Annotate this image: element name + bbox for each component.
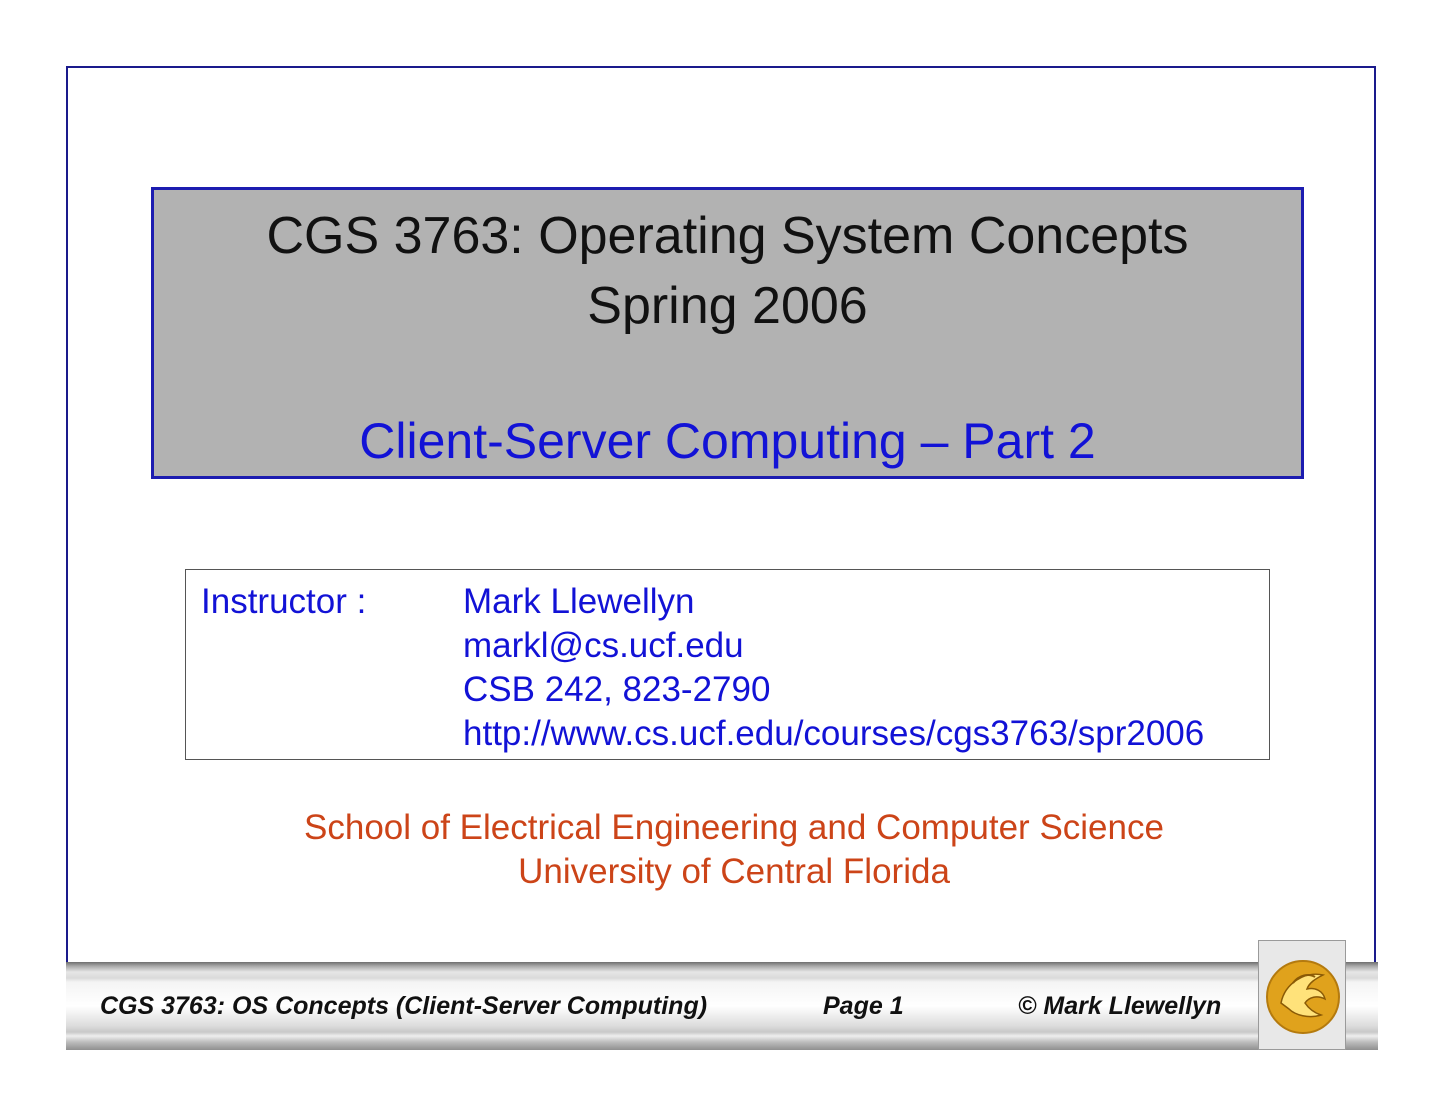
university-name: University of Central Florida	[518, 852, 950, 891]
footer-page-number: Page 1	[823, 992, 904, 1020]
ucf-logo	[1258, 940, 1346, 1050]
instructor-name: Mark Llewellyn	[463, 582, 695, 621]
title-box: CGS 3763: Operating System Concepts Spri…	[151, 187, 1304, 479]
course-title: CGS 3763: Operating System Concepts	[266, 207, 1189, 265]
semester-title: Spring 2006	[587, 277, 868, 335]
footer-copyright: © Mark Llewellyn	[1018, 992, 1222, 1020]
ucf-pegasus-logo-icon	[1266, 960, 1340, 1034]
instructor-email: markl@cs.ucf.edu	[463, 626, 744, 665]
instructor-office: CSB 242, 823-2790	[463, 670, 771, 709]
lecture-subtitle: Client-Server Computing – Part 2	[359, 413, 1096, 469]
instructor-info-box: Instructor : Mark Llewellyn markl@cs.ucf…	[185, 569, 1270, 760]
footer-course: CGS 3763: OS Concepts (Client-Server Com…	[100, 992, 708, 1020]
school-name: School of Electrical Engineering and Com…	[304, 808, 1164, 847]
instructor-label: Instructor :	[201, 582, 367, 621]
course-url: http://www.cs.ucf.edu/courses/cgs3763/sp…	[463, 714, 1205, 753]
